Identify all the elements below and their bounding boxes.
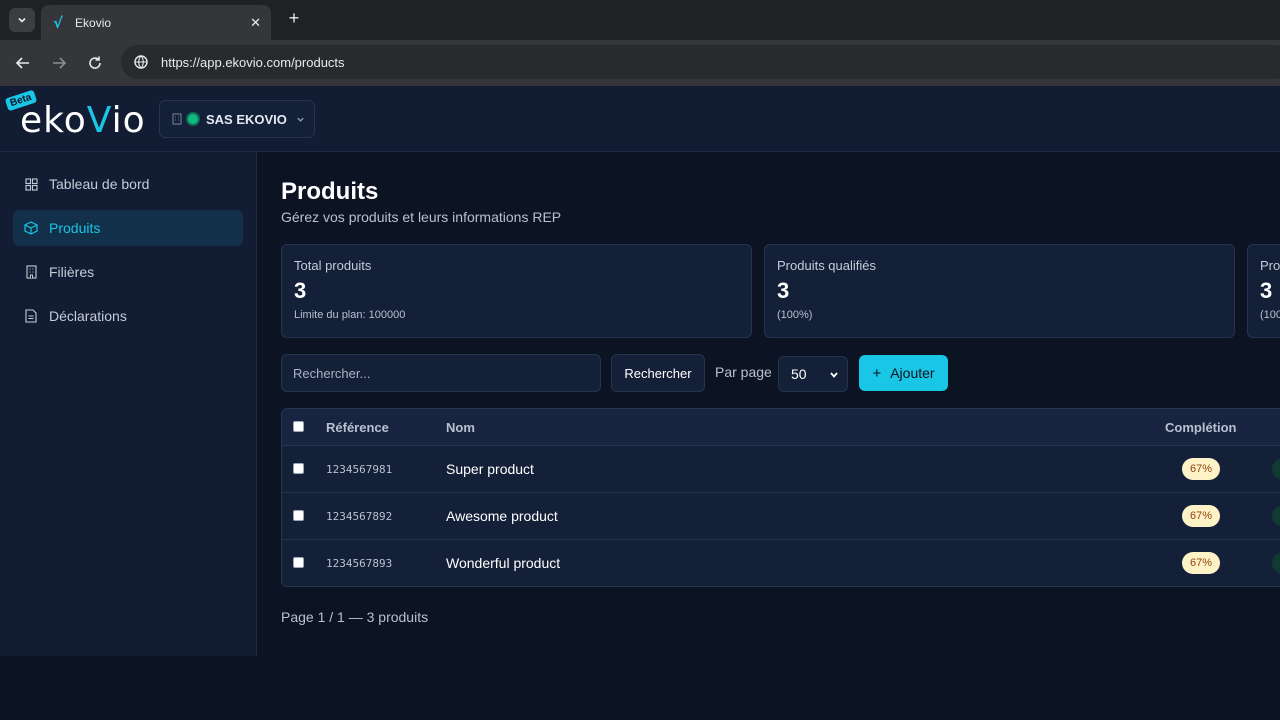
tab-search-button[interactable] (9, 8, 35, 32)
sidebar-item-label: Filières (49, 264, 95, 280)
building-icon (172, 113, 182, 125)
ekovio-favicon-icon: √ (53, 13, 64, 32)
column-header-completion[interactable]: Complétion (1165, 420, 1237, 435)
completion-badge: 67% (1182, 505, 1220, 527)
url-text: https://app.ekovio.com/products (161, 54, 345, 70)
browser-tab-bar: √ Ekovio ✕ + (0, 0, 1280, 40)
completion-badge: 67% (1182, 552, 1220, 574)
table-row[interactable]: 1234567981 Super product 67% (282, 446, 1280, 493)
arrow-right-icon (53, 57, 67, 69)
sidebar-item-label: Tableau de bord (49, 176, 150, 192)
sidebar-item-tableau-de-bord[interactable]: Tableau de bord (13, 166, 243, 202)
stat-card-third: Pro 3 (100 (1247, 244, 1280, 338)
app-header: Beta ekoVio SAS EKOVIO (0, 86, 1280, 152)
stat-label: Pro (1260, 258, 1280, 273)
row-checkbox[interactable] (293, 510, 304, 521)
chevron-down-icon (830, 372, 838, 378)
building-icon (24, 265, 38, 279)
sidebar-item-label: Déclarations (49, 308, 127, 324)
search-input[interactable] (281, 354, 601, 392)
main-content: Produits Gérez vos produits et leurs inf… (258, 152, 1280, 720)
org-status-dot (188, 114, 198, 124)
chevron-down-icon (18, 17, 26, 23)
row-checkbox[interactable] (293, 463, 304, 474)
status-badge (1272, 552, 1280, 574)
search-button[interactable]: Rechercher (611, 354, 705, 392)
products-table: Référence Nom Complétion 1234567981 Supe… (281, 408, 1280, 587)
page-subtitle: Gérez vos produits et leurs informations… (281, 209, 562, 225)
per-page-label: Par page (715, 364, 772, 380)
select-all-checkbox[interactable] (293, 421, 304, 432)
stat-value: 3 (1260, 278, 1273, 303)
organization-selector[interactable]: SAS EKOVIO (159, 100, 315, 138)
cell-name[interactable]: Wonderful product (446, 555, 560, 571)
sidebar-item-produits[interactable]: Produits (13, 210, 243, 246)
sidebar-item-filieres[interactable]: Filières (13, 254, 243, 290)
back-button[interactable] (13, 53, 33, 73)
chevron-down-icon (297, 117, 304, 122)
sidebar-item-declarations[interactable]: Déclarations (13, 298, 243, 334)
stat-label: Produits qualifiés (777, 258, 876, 273)
stat-value: 3 (777, 278, 790, 303)
address-bar[interactable]: https://app.ekovio.com/products (121, 45, 1280, 79)
cell-name[interactable]: Super product (446, 461, 534, 477)
page-title: Produits (281, 178, 379, 205)
row-checkbox[interactable] (293, 557, 304, 568)
column-header-reference[interactable]: Référence (326, 420, 389, 435)
plus-icon: + (872, 364, 882, 382)
browser-tab[interactable]: √ Ekovio ✕ (41, 5, 271, 40)
new-tab-button[interactable]: + (284, 8, 304, 29)
add-button-label: Ajouter (890, 365, 935, 381)
cell-reference: 1234567892 (326, 510, 393, 523)
forward-button[interactable] (49, 53, 69, 73)
grid-icon (24, 177, 38, 191)
table-row[interactable]: 1234567892 Awesome product 67% (282, 493, 1280, 540)
per-page-value: 50 (791, 366, 807, 382)
reload-button[interactable] (85, 53, 105, 73)
logo-text: ekoVio (20, 100, 146, 141)
cell-reference: 1234567981 (326, 463, 393, 476)
column-header-nom[interactable]: Nom (446, 420, 475, 435)
sidebar: Tableau de bord Produits Filières Déclar… (0, 152, 257, 656)
status-badge (1272, 458, 1280, 480)
stat-card-qualified: Produits qualifiés 3 (100%) (764, 244, 1235, 338)
status-badge (1272, 505, 1280, 527)
org-name: SAS EKOVIO (206, 111, 287, 127)
per-page-select[interactable]: 50 (778, 356, 848, 392)
ekovio-logo[interactable]: Beta ekoVio (4, 89, 146, 141)
sidebar-item-label: Produits (49, 220, 101, 236)
stat-note: (100%) (777, 309, 813, 321)
reload-icon (89, 56, 101, 69)
add-product-button[interactable]: + Ajouter (859, 355, 948, 391)
site-info-icon[interactable] (133, 54, 149, 70)
arrow-left-icon (15, 57, 29, 69)
cell-reference: 1234567893 (326, 557, 393, 570)
pagination-info: Page 1 / 1 — 3 produits (281, 609, 429, 625)
file-icon (24, 309, 38, 323)
table-row[interactable]: 1234567893 Wonderful product 67% (282, 540, 1280, 586)
browser-toolbar: https://app.ekovio.com/products (0, 40, 1280, 86)
stat-label: Total produits (294, 258, 372, 273)
stat-value: 3 (294, 278, 307, 303)
completion-badge: 67% (1182, 458, 1220, 480)
table-header: Référence Nom Complétion (282, 409, 1280, 446)
cell-name[interactable]: Awesome product (446, 508, 558, 524)
stat-note: Limite du plan: 100000 (294, 309, 406, 321)
tab-title: Ekovio (75, 15, 112, 30)
close-icon[interactable]: ✕ (250, 15, 261, 31)
box-icon (24, 221, 38, 235)
stat-card-total: Total produits 3 Limite du plan: 100000 (281, 244, 752, 338)
stat-note: (100 (1260, 309, 1280, 321)
